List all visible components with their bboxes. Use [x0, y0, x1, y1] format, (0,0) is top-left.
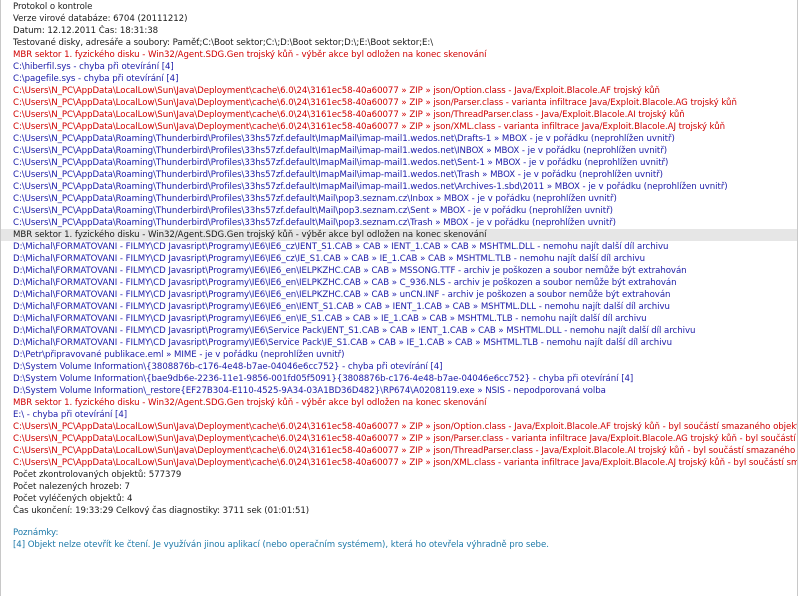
scanned-targets: Testované disky, adresáře a soubory: Pam… [13, 38, 434, 48]
log-entry: D:\Michal\FORMATOVANI - FILMY\CD Javasri… [13, 278, 677, 288]
log-entry: D:\Michal\FORMATOVANI - FILMY\CD Javasri… [13, 326, 696, 336]
scan-log-list: MBR sektor 1. fyzického disku - Win32/Ag… [1, 49, 797, 469]
log-entry: D:\System Volume Information\_restore{EF… [13, 386, 606, 396]
log-entry: C:\Users\N_PC\AppData\LocalLow\Sun\Java\… [13, 86, 660, 96]
log-entry: C:\Users\N_PC\AppData\LocalLow\Sun\Java\… [13, 110, 685, 120]
log-entry: C:\Users\N_PC\AppData\LocalLow\Sun\Java\… [13, 446, 797, 456]
log-entry: D:\Michal\FORMATOVANI - FILMY\CD Javasri… [13, 302, 670, 312]
scan-datetime: Datum: 12.12.2011 Čas: 18:31:38 [13, 26, 159, 36]
log-entry: D:\Michal\FORMATOVANI - FILMY\CD Javasri… [13, 266, 687, 276]
log-entry: C:\Users\N_PC\AppData\Roaming\Thunderbir… [13, 158, 669, 168]
log-entry: C:\Users\N_PC\AppData\LocalLow\Sun\Java\… [13, 122, 725, 132]
threats-found-count: Počet nalezených hrozeb: 7 [13, 482, 130, 492]
log-entry: D:\Michal\FORMATOVANI - FILMY\CD Javasri… [13, 338, 672, 348]
scan-summary: Počet zkontrolovaných objektů: 577379 Poč… [1, 469, 797, 517]
objects-checked-count: Počet zkontrolovaných objektů: 577379 [13, 470, 182, 480]
log-entry: C:\Users\N_PC\AppData\Roaming\Thunderbir… [13, 206, 613, 216]
log-entry: D:\Michal\FORMATOVANI - FILMY\CD Javasri… [13, 242, 669, 252]
log-entry: MBR sektor 1. fyzického disku - Win32/Ag… [13, 398, 487, 408]
log-entry: D:\Michal\FORMATOVANI - FILMY\CD Javasri… [13, 314, 647, 324]
virus-db-version: Verze virové databáze: 6704 (20111212) [13, 14, 188, 24]
log-entry: MBR sektor 1. fyzického disku - Win32/Ag… [13, 50, 487, 60]
log-entry: C:\Users\N_PC\AppData\LocalLow\Sun\Java\… [13, 434, 797, 444]
log-entry: C:\Users\N_PC\AppData\Roaming\Thunderbir… [13, 194, 617, 204]
notes-title: Poznámky: [13, 528, 59, 538]
log-entry: D:\Petr\připravované publikace.eml » MIM… [13, 350, 345, 360]
log-entry: C:\Users\N_PC\AppData\Roaming\Thunderbir… [13, 170, 663, 180]
log-entry: C:\hiberfil.sys - chyba při otevírání [4… [13, 62, 174, 72]
objects-cleaned-count: Počet vyléčených objektů: 4 [13, 494, 133, 504]
log-entry: D:\System Volume Information\{bae9db6e-2… [13, 374, 634, 384]
log-entry: C:\Users\N_PC\AppData\Roaming\Thunderbir… [13, 134, 675, 144]
log-entry: D:\Michal\FORMATOVANI - FILMY\CD Javasri… [13, 290, 671, 300]
log-entry: C:\Users\N_PC\AppData\Roaming\Thunderbir… [13, 218, 616, 228]
log-entry-selected: MBR sektor 1. fyzického disku - Win32/Ag… [1, 229, 797, 241]
log-entry: D:\System Volume Information\{3808876b-c… [13, 362, 443, 372]
log-entry: E:\ - chyba při otevírání [4] [13, 410, 128, 420]
finish-time: Čas ukončení: 19:33:29 Celkový čas diagn… [13, 506, 310, 516]
log-entry: C:\Users\N_PC\AppData\Roaming\Thunderbir… [13, 146, 668, 156]
scan-log-panel[interactable]: Protokol o kontrole Verze virové databáze… [0, 0, 798, 596]
report-header: Protokol o kontrole Verze virové databáze… [1, 1, 797, 49]
log-entry: D:\Michal\FORMATOVANI - FILMY\CD Javasri… [13, 254, 645, 264]
notes-section: Poznámky: [4] Objekt nelze otevřít ke čt… [1, 527, 797, 551]
log-entry: C:\Users\N_PC\AppData\Roaming\Thunderbir… [13, 182, 728, 192]
log-entry: C:\pagefile.sys - chyba při otevírání [4… [13, 74, 179, 84]
note-item: [4] Objekt nelze otevřít ke čtení. Je vy… [13, 540, 549, 550]
log-entry: C:\Users\N_PC\AppData\LocalLow\Sun\Java\… [13, 422, 797, 432]
log-entry: C:\Users\N_PC\AppData\LocalLow\Sun\Java\… [13, 458, 797, 468]
report-title: Protokol o kontrole [13, 2, 93, 12]
log-entry: C:\Users\N_PC\AppData\LocalLow\Sun\Java\… [13, 98, 737, 108]
